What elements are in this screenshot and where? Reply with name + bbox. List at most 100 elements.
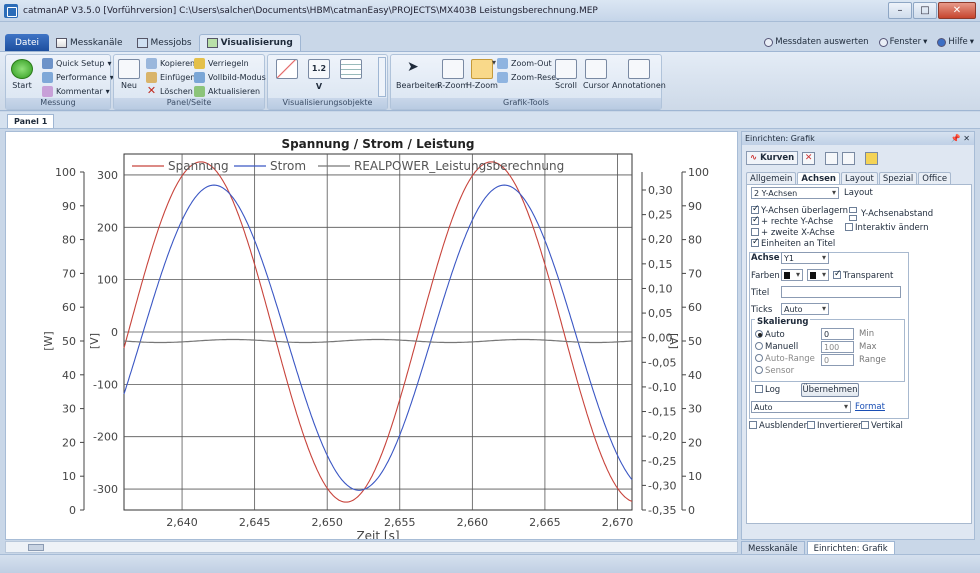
v-tick-label: 200: [97, 221, 118, 234]
vertikal-checkbox[interactable]: Vertikal: [861, 421, 903, 431]
ueberlagern-checkbox[interactable]: Y-Achsen überlagern: [751, 204, 848, 216]
transparent-label: Transparent: [843, 271, 894, 281]
start-button[interactable]: Start: [11, 59, 33, 90]
close-panel-icon[interactable]: 📌 ✕: [951, 132, 970, 145]
delete-curve-icon[interactable]: ✕: [802, 151, 816, 165]
neu-button[interactable]: Neu: [118, 59, 140, 90]
scrollbar-thumb[interactable]: [28, 544, 44, 551]
einfuegen-label: Einfügen: [160, 73, 196, 82]
w2-tick-label: 30: [688, 403, 702, 416]
quick-setup-button[interactable]: Quick Setup ▾: [42, 58, 111, 69]
lightbulb-icon[interactable]: [865, 151, 879, 165]
messdaten-link[interactable]: Messdaten auswerten: [764, 37, 869, 47]
max-label: Max: [859, 342, 877, 352]
a-tick-label: 0,25: [648, 209, 673, 222]
achse-select[interactable]: Y1: [781, 252, 829, 264]
horizontal-scrollbar[interactable]: [5, 541, 738, 553]
farben-label: Farben: [751, 271, 780, 281]
table-object-button[interactable]: [340, 59, 362, 79]
minimize-button[interactable]: –: [888, 2, 912, 19]
hzoom-button[interactable]: H-Zoom: [466, 58, 498, 90]
ribbon: Start Quick Setup ▾ Performance ▾ Kommenta…: [0, 51, 980, 111]
performance-button[interactable]: Performance ▾: [42, 72, 114, 83]
sensor-radio[interactable]: Sensor: [755, 366, 794, 376]
ticks-select[interactable]: Auto: [781, 303, 829, 315]
undo-icon[interactable]: [825, 151, 839, 165]
min-input[interactable]: 0: [821, 328, 854, 340]
kopieren-button[interactable]: Kopieren: [146, 58, 195, 69]
tab-visualisierung[interactable]: Visualisierung: [198, 34, 301, 51]
zoom-reset-button[interactable]: Zoom-Reset: [497, 72, 559, 83]
format-select[interactable]: Auto: [751, 401, 851, 413]
close-button[interactable]: ✕: [938, 2, 976, 19]
einfuegen-button[interactable]: Einfügen: [146, 72, 195, 83]
w2-tick-label: 80: [688, 234, 702, 247]
title-bar: catmanAP V3.5.0 [Vorführversion] C:\User…: [0, 0, 980, 22]
spin-down-icon: [849, 215, 857, 221]
transparent-checkbox[interactable]: Transparent: [833, 269, 894, 281]
value-display-icon: 1.2 V: [308, 59, 330, 91]
table-icon: [340, 59, 362, 79]
annotationen-button[interactable]: Annotationen: [612, 59, 666, 90]
y-axes-count-select[interactable]: 2 Y-Achsen: [751, 187, 839, 199]
loeschen-button[interactable]: ✕ Löschen: [146, 84, 193, 97]
aktualisieren-button[interactable]: Aktualisieren: [194, 86, 260, 97]
einheiten-checkbox[interactable]: Einheiten an Titel: [751, 237, 835, 249]
range-input[interactable]: 0: [821, 354, 854, 366]
log-checkbox[interactable]: Log: [755, 385, 780, 395]
panel-tab-1[interactable]: Panel 1: [7, 114, 55, 128]
rechte-achse-checkbox[interactable]: + rechte Y-Achse: [751, 215, 833, 227]
hilfe-menu[interactable]: Hilfe ▾: [937, 37, 974, 47]
x-tick-label: 2,655: [384, 516, 416, 529]
edit-icon[interactable]: [842, 151, 856, 165]
tab-messkanaele[interactable]: Messkanäle: [49, 34, 130, 51]
manuell-radio[interactable]: Manuell: [755, 342, 798, 352]
uebernehmen-button[interactable]: Übernehmen: [801, 383, 859, 397]
vollbild-button[interactable]: Vollbild-Modus: [194, 72, 266, 83]
titel-input[interactable]: [781, 286, 901, 298]
kurven-button[interactable]: ∿ Kurven: [746, 151, 799, 165]
rzoom-button[interactable]: R-Zoom: [437, 59, 468, 90]
group-visualisierungsobjekte: 1.2 V Visualisierungsobjekte: [267, 54, 388, 110]
settings-panel-title: Einrichten: Grafik: [745, 134, 815, 143]
fenster-label: Fenster: [889, 37, 922, 47]
cursor-icon: [585, 59, 608, 79]
abstand-spinner-down[interactable]: [849, 213, 859, 223]
chart-panel[interactable]: 2,640 2,645 2,650 2,655 2,660 2,665 2,670 Zeit …: [5, 131, 738, 543]
hzoom-label: H-Zoom: [466, 81, 498, 90]
max-input[interactable]: 100: [821, 341, 854, 353]
kommentar-button[interactable]: Kommentar ▾: [42, 86, 110, 97]
tab-messjobs[interactable]: Messjobs: [130, 34, 199, 51]
cursor-button[interactable]: Cursor: [583, 59, 609, 90]
verriegeln-button[interactable]: Verriegeln: [194, 58, 249, 69]
ticks-label: Ticks: [751, 305, 773, 315]
delete-icon: ✕: [146, 84, 157, 97]
group-panel-seite: Neu Kopieren Einfügen ✕ Löschen Verriegel…: [113, 54, 266, 110]
value-display-button[interactable]: 1.2 V: [308, 59, 330, 91]
a-tick-label: 0,10: [648, 282, 673, 295]
tab-label: Messjobs: [150, 37, 192, 48]
maximize-button[interactable]: □: [913, 2, 937, 19]
color-select-2[interactable]: [807, 269, 829, 281]
chart[interactable]: 2,640 2,645 2,650 2,655 2,660 2,665 2,670 Zeit …: [6, 132, 737, 543]
skalierung-label: Skalierung: [755, 317, 811, 327]
bearbeiten-button[interactable]: ➤ Bearbeiten: [396, 59, 440, 90]
zoom-out-button[interactable]: Zoom-Out: [497, 58, 552, 69]
fenster-menu[interactable]: Fenster ▾: [878, 37, 927, 47]
auto-radio[interactable]: Auto: [755, 330, 785, 340]
tab-datei[interactable]: Datei: [5, 34, 50, 51]
format-link[interactable]: Format: [855, 402, 885, 412]
graph-object-button[interactable]: [276, 59, 298, 79]
ausblenden-checkbox[interactable]: Ausblenden: [749, 421, 809, 431]
auto-range-radio[interactable]: Auto-Range: [755, 354, 815, 364]
zoom-out-label: Zoom-Out: [511, 59, 552, 68]
interaktiv-checkbox[interactable]: Interaktiv ändern: [845, 223, 928, 233]
invertieren-checkbox[interactable]: Invertieren: [807, 421, 864, 431]
zweite-x-checkbox[interactable]: + zweite X-Achse: [751, 228, 835, 238]
titel-label: Titel: [751, 288, 770, 298]
gallery-scroll[interactable]: [378, 57, 386, 97]
color-select-1[interactable]: [781, 269, 803, 281]
scroll-button[interactable]: Scroll: [555, 59, 577, 90]
v-tick-label: -100: [93, 378, 118, 391]
min-label: Min: [859, 329, 875, 339]
